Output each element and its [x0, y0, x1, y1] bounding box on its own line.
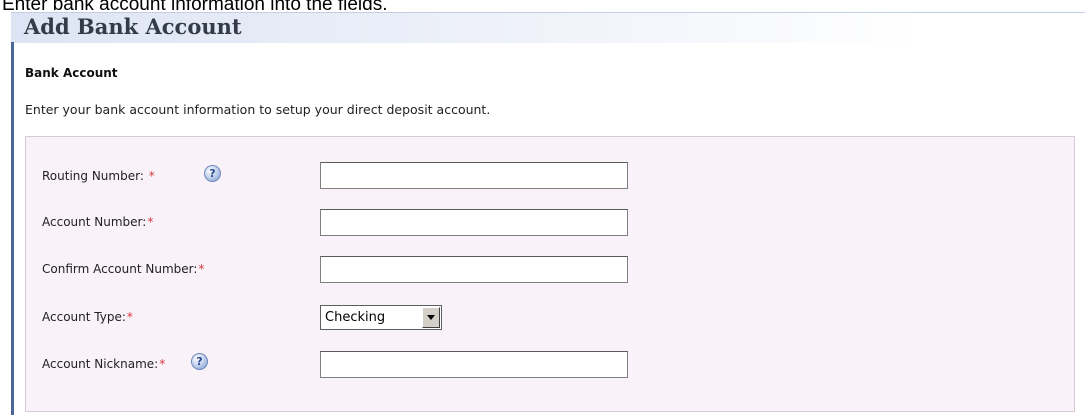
account-nickname-label: Account Nickname:* [42, 356, 165, 372]
help-icon[interactable]: ? [204, 165, 221, 182]
chevron-down-icon [427, 315, 435, 320]
required-marker: * [148, 169, 155, 183]
account-type-label: Account Type:* [42, 309, 133, 325]
account-number-label-text: Account Number: [42, 215, 147, 229]
section-heading: Bank Account [25, 66, 118, 80]
account-type-selected-value: Checking [325, 310, 386, 325]
section-description: Enter your bank account information to s… [25, 102, 491, 117]
left-accent-rule [11, 42, 14, 415]
account-type-select[interactable]: Checking [320, 305, 442, 330]
routing-number-label-text: Routing Number: [42, 169, 144, 183]
account-nickname-input[interactable] [320, 351, 628, 378]
account-type-dropdown-button[interactable] [422, 307, 440, 328]
confirm-account-number-label: Confirm Account Number:* [42, 261, 204, 277]
confirm-account-number-label-text: Confirm Account Number: [42, 262, 198, 276]
help-icon[interactable]: ? [191, 353, 208, 370]
account-nickname-label-text: Account Nickname: [42, 357, 159, 371]
routing-number-label: Routing Number: * [42, 168, 155, 184]
routing-number-input[interactable] [320, 162, 628, 189]
account-type-label-text: Account Type: [42, 310, 126, 324]
required-marker: * [147, 215, 154, 229]
required-marker: * [198, 262, 205, 276]
required-marker: * [159, 357, 166, 371]
account-number-input[interactable] [320, 209, 628, 236]
confirm-account-number-input[interactable] [320, 256, 628, 283]
account-number-label: Account Number:* [42, 214, 153, 230]
required-marker: * [126, 310, 133, 324]
page-title: Add Bank Account [24, 14, 242, 39]
page-title-bar: Add Bank Account [11, 12, 1085, 43]
